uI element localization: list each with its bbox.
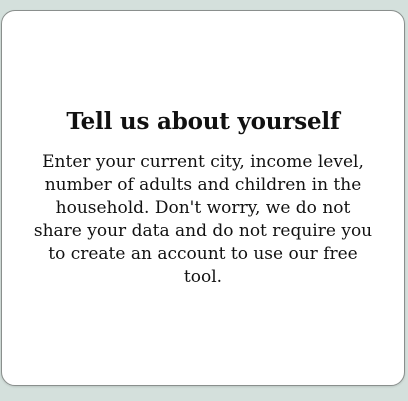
card-description: Enter your current city, income level, n… (33, 151, 373, 287)
card-title: Tell us about yourself (66, 107, 340, 135)
intro-card: Tell us about yourself Enter your curren… (1, 10, 405, 386)
